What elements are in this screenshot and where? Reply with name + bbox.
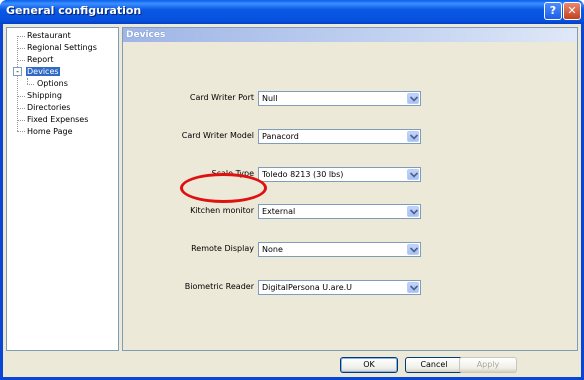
tree-item-options[interactable]: Options (37, 78, 68, 89)
chevron-down-icon[interactable] (407, 93, 419, 104)
config-window: General configuration ? ✕ Restaurant Reg… (0, 0, 584, 380)
chevron-down-icon[interactable] (407, 282, 419, 293)
chevron-down-icon[interactable] (407, 169, 419, 180)
tree-item-home-page[interactable]: Home Page (27, 126, 73, 137)
kitchen-monitor-label: Kitchen monitor (190, 206, 254, 215)
tree-item-label: Fixed Expenses (27, 115, 89, 124)
biometric-reader-label: Biometric Reader (184, 282, 254, 291)
dialog-body: Restaurant Regional Settings Report - De… (3, 24, 581, 377)
apply-button[interactable]: Apply (459, 357, 517, 373)
remote-display-select[interactable]: None (258, 242, 421, 257)
title-bar[interactable]: General configuration ? ✕ (0, 0, 584, 24)
tree-item-label: Shipping (27, 91, 62, 100)
close-icon[interactable]: ✕ (563, 2, 581, 20)
tree-item-regional-settings[interactable]: Regional Settings (27, 42, 97, 53)
combo-value: External (262, 207, 296, 216)
kitchen-monitor-select[interactable]: External (258, 204, 421, 219)
window-title: General configuration (6, 4, 142, 17)
scale-type-select[interactable]: Toledo 8213 (30 lbs) (258, 167, 421, 182)
combo-value: None (262, 245, 283, 254)
tree-item-label: Report (27, 55, 54, 64)
combo-value: DigitalPersona U.are.U (262, 283, 353, 292)
tree-connector (17, 36, 18, 131)
collapse-icon[interactable]: - (13, 67, 22, 76)
chevron-down-icon[interactable] (407, 131, 419, 142)
card-writer-port-label: Card Writer Port (189, 93, 254, 102)
card-writer-model-select[interactable]: Panacord (258, 129, 421, 144)
tree-item-label: Directories (27, 103, 71, 112)
tree-item-label: Home Page (27, 127, 73, 136)
tree-item-label: Regional Settings (27, 43, 97, 52)
tree-item-fixed-expenses[interactable]: Fixed Expenses (27, 114, 88, 125)
card-writer-port-select[interactable]: Null (258, 91, 421, 106)
ok-button[interactable]: OK (340, 357, 398, 373)
cancel-button[interactable]: Cancel (405, 357, 463, 373)
tree-connector (17, 60, 25, 61)
panel-title: Devices (123, 28, 577, 42)
remote-display-label: Remote Display (191, 244, 254, 253)
tree-connector (17, 36, 25, 37)
card-writer-model-label: Card Writer Model (181, 131, 254, 140)
tree-item-report[interactable]: Report (27, 54, 54, 65)
tree-connector (17, 108, 25, 109)
biometric-reader-select[interactable]: DigitalPersona U.are.U (258, 280, 421, 295)
help-icon[interactable]: ? (544, 2, 562, 20)
tree-item-label: Restaurant (27, 31, 71, 40)
tree-item-restaurant[interactable]: Restaurant (27, 30, 71, 41)
tree-connector (17, 131, 25, 132)
combo-value: Null (262, 94, 278, 103)
settings-tree[interactable]: Restaurant Regional Settings Report - De… (6, 27, 119, 351)
tree-connector (17, 48, 25, 49)
tree-item-shipping[interactable]: Shipping (27, 90, 62, 101)
chevron-down-icon[interactable] (407, 244, 419, 255)
combo-value: Toledo 8213 (30 lbs) (262, 170, 344, 179)
tree-connector (17, 96, 25, 97)
tree-item-label: Options (37, 79, 68, 88)
tree-item-label: Devices (26, 67, 60, 76)
tree-item-directories[interactable]: Directories (27, 102, 70, 113)
combo-value: Panacord (262, 132, 299, 141)
tree-connector (17, 120, 25, 121)
highlight-ellipse (180, 173, 267, 203)
tree-connector (27, 84, 34, 85)
chevron-down-icon[interactable] (407, 206, 419, 217)
tree-item-devices[interactable]: Devices (26, 66, 60, 77)
